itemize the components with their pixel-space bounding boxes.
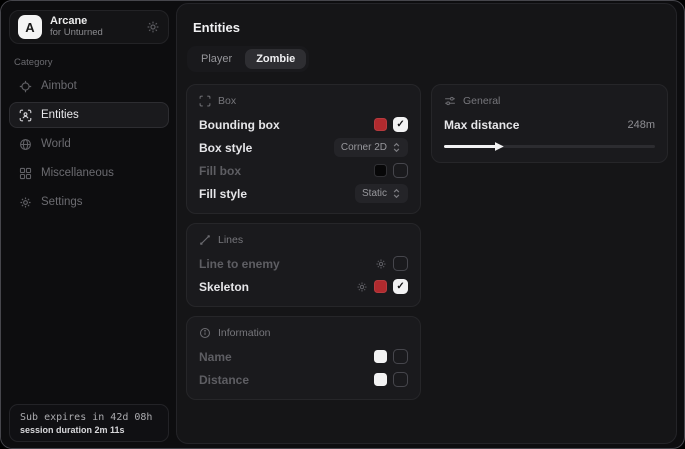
panel-title: Lines (218, 234, 243, 246)
checkbox-unchecked[interactable] (393, 349, 408, 364)
setting-label: Distance (199, 373, 374, 387)
setting-label: Line to enemy (199, 257, 375, 271)
setting-label: Name (199, 350, 374, 364)
slider-value: 248m (627, 119, 655, 131)
setting-row-bounding-box: Bounding box ✓ (199, 117, 408, 132)
logo-letter: A (25, 20, 34, 35)
sidebar-item-settings[interactable]: Settings (9, 189, 169, 215)
grid-icon (19, 167, 32, 180)
general-panel-header: General (444, 95, 655, 107)
info-icon (199, 327, 211, 339)
checkbox-unchecked[interactable] (393, 256, 408, 271)
sidebar-item-label: Aimbot (41, 80, 77, 92)
color-swatch[interactable] (374, 280, 387, 293)
checkbox-unchecked[interactable] (393, 372, 408, 387)
session-duration-text: session duration 2m 11s (20, 425, 158, 435)
crosshair-icon (19, 80, 32, 93)
panel-title: General (463, 95, 500, 107)
app-subtitle: for Unturned (50, 28, 138, 39)
chevron-up-down-icon (392, 142, 401, 153)
tab-zombie[interactable]: Zombie (245, 49, 306, 69)
setting-label: Fill box (199, 164, 374, 178)
scan-person-icon (19, 109, 32, 122)
main-panel: Entities Player Zombie Box (176, 3, 677, 444)
sidebar-item-world[interactable]: World (9, 131, 169, 157)
setting-row-fill-style: Fill style Static (199, 186, 408, 201)
panel-title: Box (218, 95, 236, 107)
setting-row-skeleton: Skeleton ✓ (199, 279, 408, 294)
sidebar-item-miscellaneous[interactable]: Miscellaneous (9, 160, 169, 186)
sliders-icon (444, 95, 456, 107)
color-swatch[interactable] (374, 164, 387, 177)
gear-icon (19, 196, 32, 209)
app-identity: Arcane for Unturned (50, 15, 138, 39)
setting-row-name: Name (199, 349, 408, 364)
sidebar-item-entities[interactable]: Entities (9, 102, 169, 128)
line-tool-icon (199, 234, 211, 246)
setting-label: Bounding box (199, 118, 374, 132)
panel-title: Information (218, 327, 271, 339)
settings-columns: Box Bounding box ✓ Box style Co (186, 84, 668, 400)
setting-row-line-to-enemy: Line to enemy (199, 256, 408, 271)
box-style-select[interactable]: Corner 2D (334, 138, 408, 157)
sidebar-item-aimbot[interactable]: Aimbot (9, 73, 169, 99)
setting-label: Fill style (199, 187, 355, 201)
box-corners-icon (199, 95, 211, 107)
chevron-up-down-icon (392, 188, 401, 199)
sidebar-item-label: Miscellaneous (41, 167, 114, 179)
general-panel: General Max distance 248m (431, 84, 668, 163)
box-panel-header: Box (199, 95, 408, 107)
sidebar-item-label: Entities (41, 109, 79, 121)
information-panel-header: Information (199, 327, 408, 339)
gear-icon[interactable] (146, 20, 160, 34)
gear-icon[interactable] (375, 258, 387, 270)
setting-row-fill-box: Fill box (199, 163, 408, 178)
setting-label: Box style (199, 141, 334, 155)
checkbox-checked[interactable]: ✓ (393, 279, 408, 294)
fill-style-select[interactable]: Static (355, 184, 408, 203)
right-column: General Max distance 248m (431, 84, 668, 163)
sidebar: A Arcane for Unturned Category A (1, 1, 176, 448)
app-logo-card: A Arcane for Unturned (9, 10, 169, 44)
setting-label: Skeleton (199, 280, 356, 294)
sidebar-nav: Aimbot Entities World (9, 73, 169, 215)
app-name: Arcane (50, 15, 138, 28)
lines-panel: Lines Line to enemy (186, 223, 421, 307)
select-value: Static (362, 188, 387, 199)
information-panel: Information Name Distance (186, 316, 421, 400)
gear-icon[interactable] (356, 281, 368, 293)
setting-row-box-style: Box style Corner 2D (199, 140, 408, 155)
setting-row-max-distance: Max distance 248m (444, 117, 655, 132)
max-distance-slider[interactable] (444, 142, 655, 150)
tab-player[interactable]: Player (190, 49, 243, 69)
app-logo: A (18, 15, 42, 39)
color-swatch[interactable] (374, 118, 387, 131)
select-value: Corner 2D (341, 142, 387, 153)
setting-label: Max distance (444, 118, 627, 132)
page-title: Entities (193, 20, 676, 35)
category-label: Category (14, 57, 53, 68)
setting-row-distance: Distance (199, 372, 408, 387)
color-swatch[interactable] (374, 373, 387, 386)
box-panel: Box Bounding box ✓ Box style Co (186, 84, 421, 214)
app-window: A Arcane for Unturned Category A (0, 0, 685, 449)
slider-fill (444, 145, 497, 148)
sidebar-item-label: Settings (41, 196, 83, 208)
sidebar-item-label: World (41, 138, 71, 150)
checkbox-checked[interactable]: ✓ (393, 117, 408, 132)
slider-thumb[interactable] (495, 142, 504, 151)
lines-panel-header: Lines (199, 234, 408, 246)
globe-icon (19, 138, 32, 151)
left-column: Box Bounding box ✓ Box style Co (186, 84, 421, 400)
color-swatch[interactable] (374, 350, 387, 363)
checkbox-unchecked[interactable] (393, 163, 408, 178)
sub-expiry-text: Sub expires in 42d 08h (20, 412, 158, 423)
entity-tabs: Player Zombie (187, 46, 309, 72)
subscription-status-card: Sub expires in 42d 08h session duration … (9, 404, 169, 442)
